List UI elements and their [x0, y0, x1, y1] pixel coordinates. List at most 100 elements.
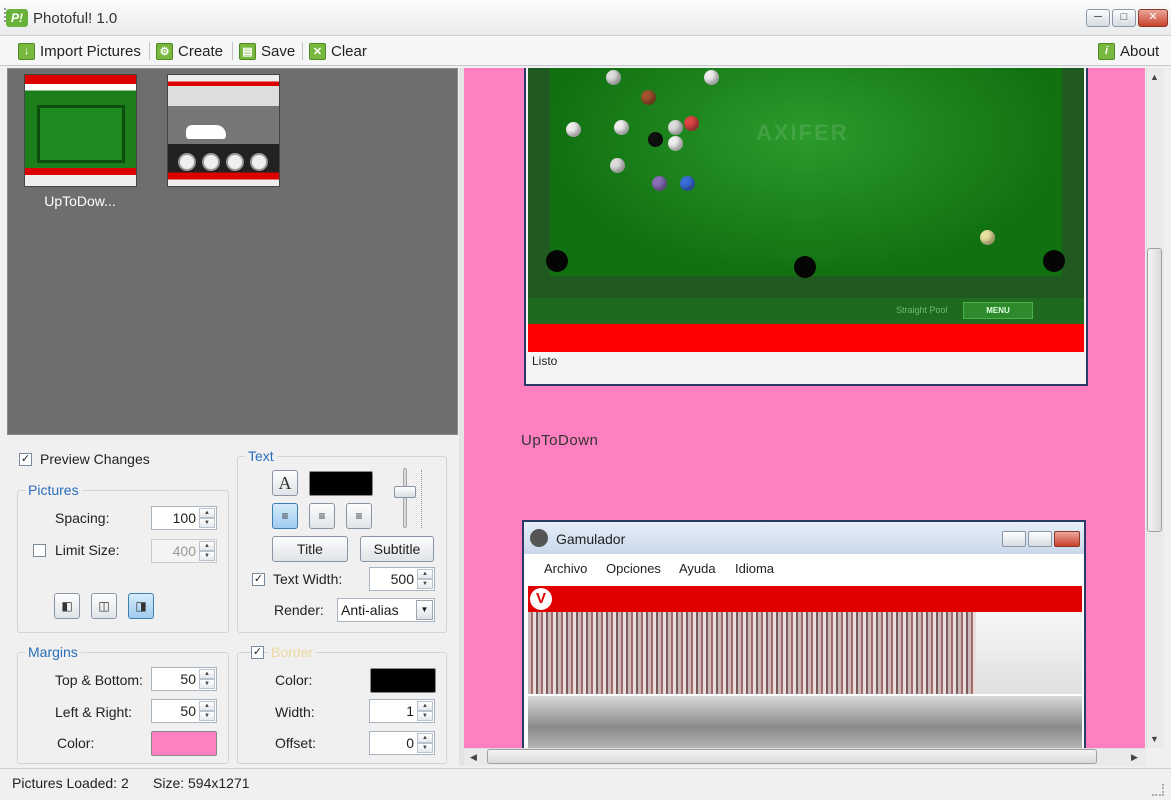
horizontal-scroll-thumb[interactable] — [487, 749, 1097, 764]
spin-up-icon[interactable]: ▲ — [199, 701, 215, 711]
vertical-scroll-thumb[interactable] — [1147, 248, 1162, 532]
preview-picture-gamulador: Gamulador Archivo Opciones Ayuda Idioma … — [522, 520, 1086, 748]
left-right-label: Left & Right: — [55, 704, 133, 720]
minimize-button[interactable]: ─ — [1086, 9, 1110, 27]
spacing-spinner[interactable]: 100 ▲ ▼ — [151, 506, 217, 530]
pool-footer-text: Straight Pool — [896, 305, 948, 315]
border-width-value: 1 — [406, 703, 414, 719]
text-align-center-icon[interactable]: ≡ — [309, 503, 335, 529]
preview-canvas[interactable]: AXIFER Straight Pool MENU Listo UpToDown… — [464, 68, 1145, 748]
text-size-slider-track[interactable] — [403, 468, 407, 528]
car-thumbnail-image — [186, 125, 226, 139]
chevron-down-icon[interactable]: ▼ — [416, 600, 433, 620]
preview-changes-checkbox[interactable]: ✓ — [19, 453, 32, 466]
pool-pocket — [794, 256, 816, 278]
scroll-up-icon[interactable]: ▲ — [1150, 72, 1159, 82]
spin-up-icon[interactable]: ▲ — [199, 508, 215, 518]
pool-ball — [648, 132, 663, 147]
toolbar-separator — [302, 42, 303, 60]
top-bottom-spinner[interactable]: 50 ▲ ▼ — [151, 667, 217, 691]
spin-down-icon[interactable]: ▼ — [199, 679, 215, 689]
spin-down-icon[interactable]: ▼ — [417, 711, 433, 721]
about-button[interactable]: i About — [1098, 40, 1159, 62]
gamulador-title: Gamulador — [556, 531, 626, 547]
preview-picture-pool: AXIFER Straight Pool MENU Listo — [524, 68, 1088, 386]
close-button[interactable]: ✕ — [1138, 9, 1168, 27]
save-icon: ▤ — [239, 42, 256, 60]
limit-size-checkbox[interactable] — [33, 544, 46, 557]
clear-icon: ✕ — [309, 42, 326, 60]
gallery-thumbnail-caption: UpToDow... — [44, 193, 116, 209]
clear-button[interactable]: ✕ Clear — [309, 40, 367, 62]
spin-up-icon[interactable]: ▲ — [417, 701, 433, 711]
spin-down-icon[interactable]: ▼ — [199, 518, 215, 528]
spin-up-icon[interactable]: ▲ — [199, 541, 215, 551]
align-right-icon[interactable]: ◨ — [128, 593, 154, 619]
spin-down-icon[interactable]: ▼ — [199, 551, 215, 561]
preview-changes-label: Preview Changes — [40, 451, 150, 467]
limit-size-spinner[interactable]: 400 ▲ ▼ — [151, 539, 217, 563]
align-center-icon[interactable]: ◫ — [91, 593, 117, 619]
text-color-swatch[interactable] — [309, 471, 373, 496]
scroll-left-icon[interactable]: ◀ — [470, 752, 477, 763]
text-width-checkbox[interactable]: ✓ — [252, 573, 265, 586]
gallery-thumbnail-pool[interactable] — [24, 74, 137, 187]
preview-caption: UpToDown — [521, 432, 599, 449]
scroll-down-icon[interactable]: ▼ — [1150, 734, 1159, 744]
gauge-thumbnail-image — [202, 153, 220, 171]
border-width-label: Width: — [275, 704, 315, 720]
create-button[interactable]: ⚙ Create — [156, 40, 223, 62]
gamulador-menu-idioma: Idioma — [735, 561, 775, 576]
align-left-icon[interactable]: ◧ — [54, 593, 80, 619]
title-button[interactable]: Title — [272, 536, 348, 562]
maximize-button[interactable]: □ — [1112, 9, 1136, 27]
resize-grip-icon[interactable] — [1152, 784, 1164, 796]
subtitle-button[interactable]: Subtitle — [360, 536, 434, 562]
border-offset-spinner[interactable]: 0 ▲ ▼ — [369, 731, 435, 755]
gamulador-menu-archivo: Archivo — [544, 561, 588, 576]
border-group-title: Border — [268, 644, 317, 660]
title-bar — [0, 0, 1171, 36]
left-right-spinner[interactable]: 50 ▲ ▼ — [151, 699, 217, 723]
import-pictures-button[interactable]: ↓ Import Pictures — [18, 40, 141, 62]
gamulador-close-icon — [1054, 531, 1080, 547]
pool-ball — [980, 230, 995, 245]
gamulador-road-image — [528, 696, 1082, 748]
render-label: Render: — [274, 602, 324, 618]
pool-pocket — [1043, 250, 1065, 272]
pool-status-text: Listo — [532, 354, 558, 368]
spin-up-icon[interactable]: ▲ — [417, 569, 433, 579]
top-bottom-label: Top & Bottom: — [55, 672, 143, 688]
text-size-slider-handle[interactable] — [394, 486, 416, 498]
gamulador-menu-opciones: Opciones — [606, 561, 661, 576]
pool-table-thumbnail-image — [37, 105, 125, 163]
save-button[interactable]: ▤ Save — [239, 40, 295, 62]
spacing-value: 100 — [172, 510, 196, 526]
margin-color-swatch[interactable] — [151, 731, 217, 756]
text-align-left-icon[interactable]: ≡ — [272, 503, 298, 529]
scroll-right-icon[interactable]: ▶ — [1131, 752, 1138, 763]
font-icon[interactable]: A — [272, 470, 298, 496]
render-value: Anti-alias — [341, 602, 399, 618]
border-color-swatch[interactable] — [370, 668, 436, 693]
spin-down-icon[interactable]: ▼ — [417, 743, 433, 753]
size-status: Size: 594x1271 — [153, 775, 250, 791]
gamulador-logo-icon: V — [530, 588, 552, 610]
text-width-spinner[interactable]: 500 ▲ ▼ — [369, 567, 435, 591]
gallery-thumbnail-racing[interactable] — [167, 74, 280, 187]
spin-up-icon[interactable]: ▲ — [417, 733, 433, 743]
pool-ball — [606, 70, 621, 85]
border-offset-value: 0 — [406, 735, 414, 751]
pool-ball — [680, 176, 695, 191]
spin-down-icon[interactable]: ▼ — [417, 579, 433, 589]
toolbar-grip[interactable] — [4, 8, 7, 22]
text-align-right-icon[interactable]: ≡ — [346, 503, 372, 529]
spin-up-icon[interactable]: ▲ — [199, 669, 215, 679]
pool-ball — [566, 122, 581, 137]
border-width-spinner[interactable]: 1 ▲ ▼ — [369, 699, 435, 723]
spin-down-icon[interactable]: ▼ — [199, 711, 215, 721]
render-select[interactable]: Anti-alias ▼ — [337, 598, 435, 622]
gamulador-maximize-icon — [1028, 531, 1052, 547]
border-checkbox[interactable]: ✓ — [251, 646, 264, 659]
info-icon: i — [1098, 42, 1115, 60]
